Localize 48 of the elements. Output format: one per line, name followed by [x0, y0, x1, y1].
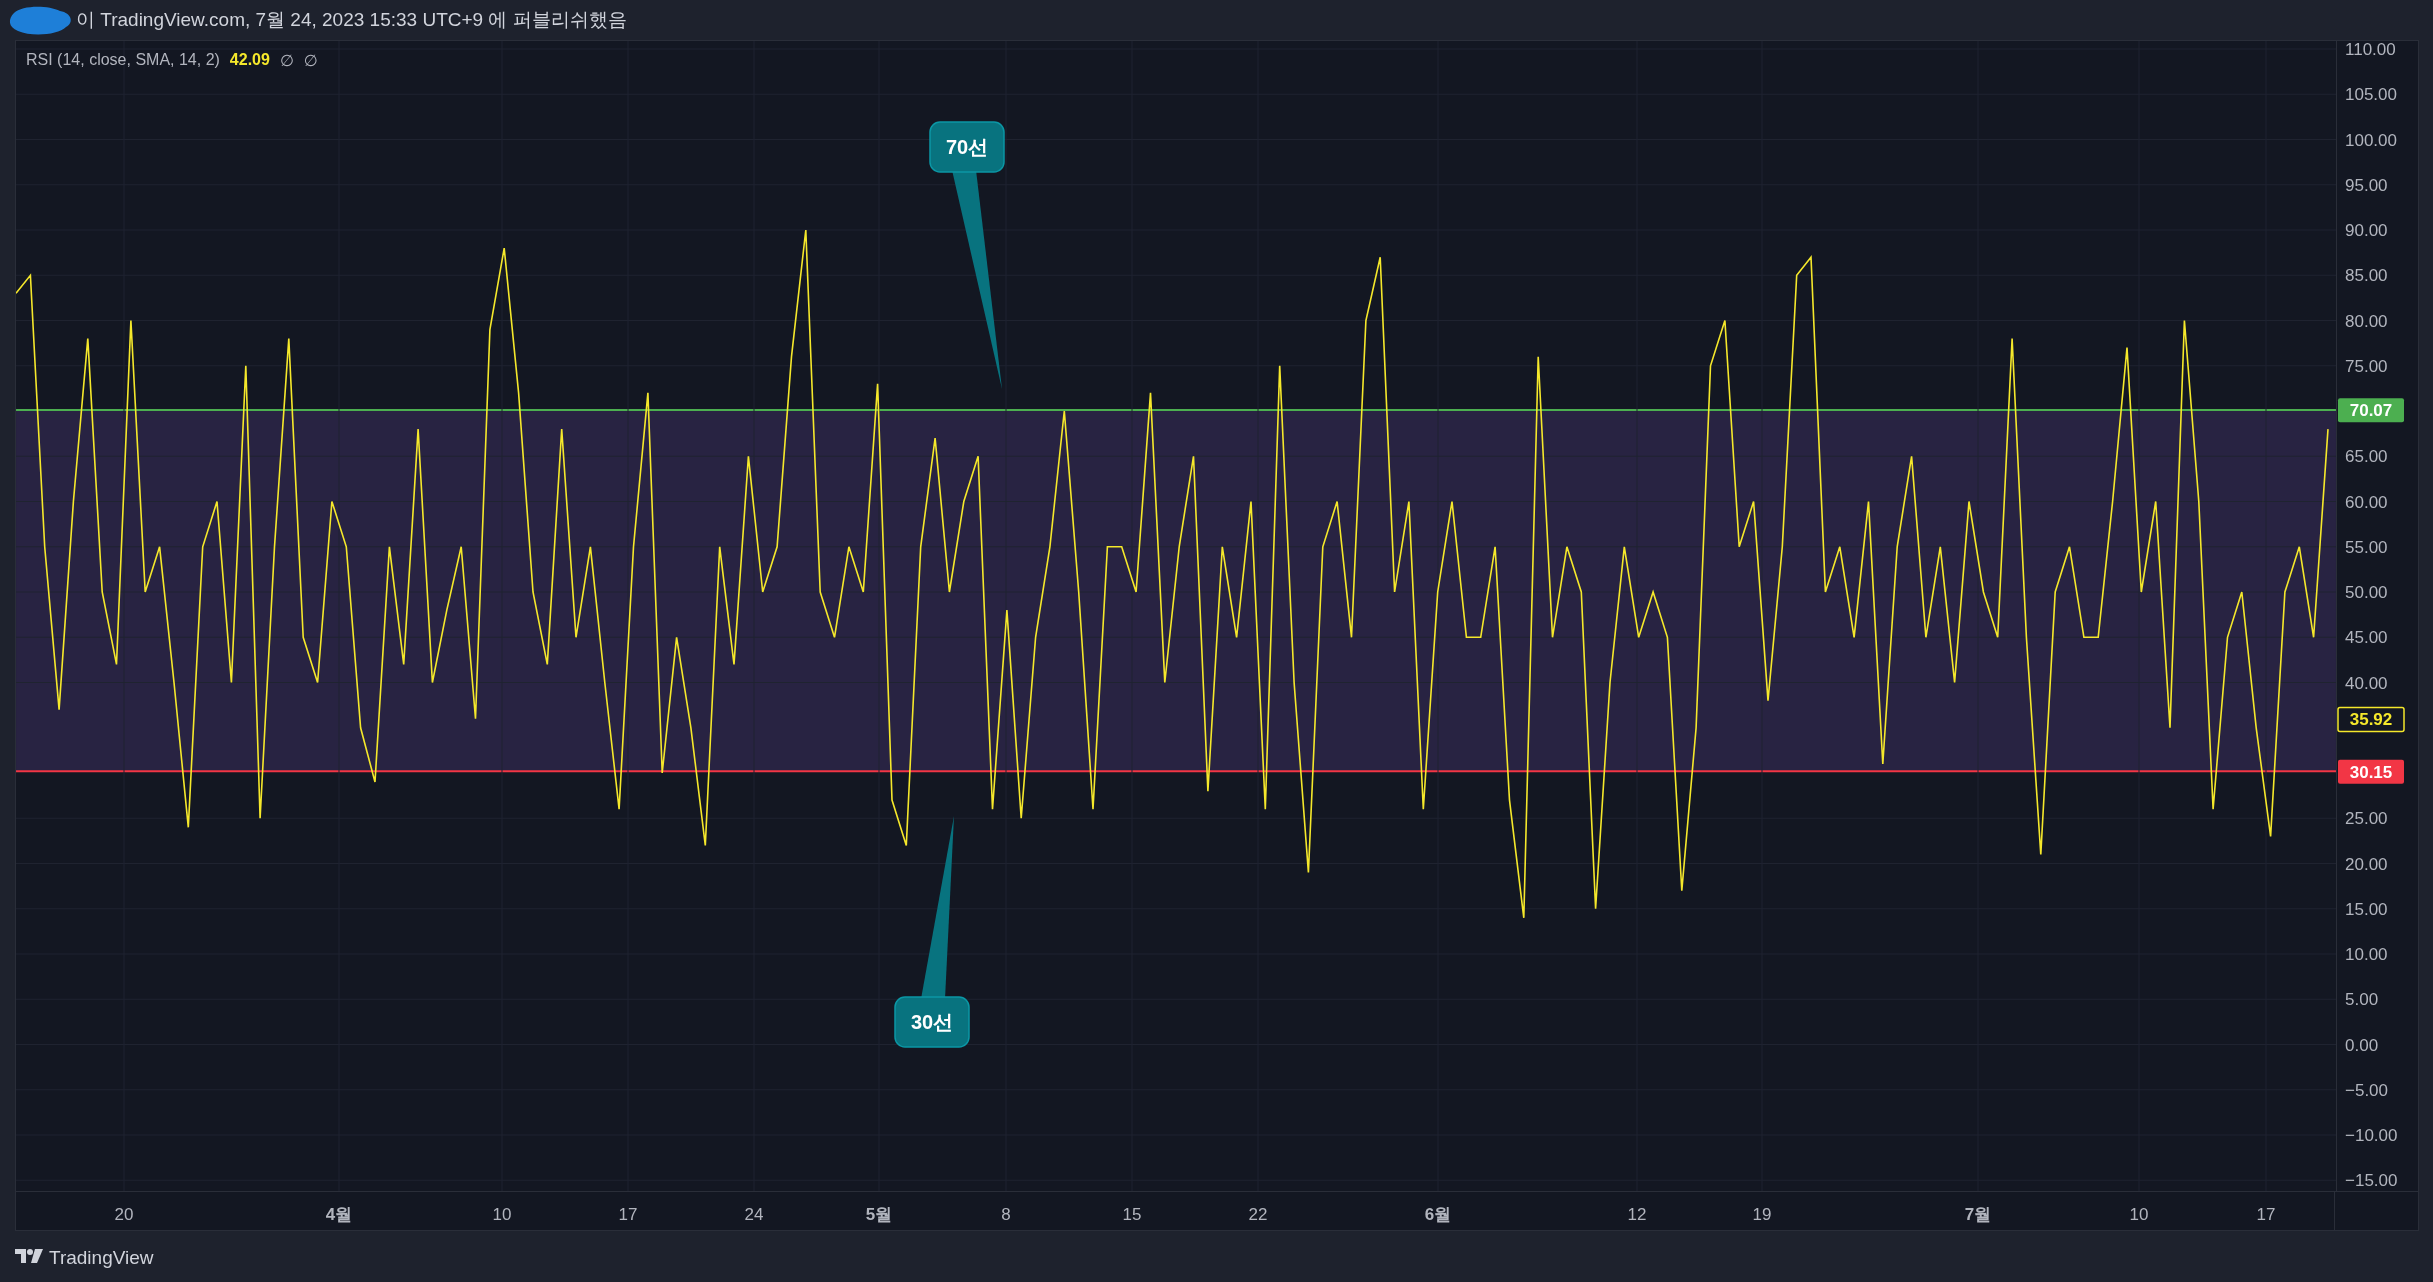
axis-label: 10: [2129, 1205, 2149, 1224]
axis-label: 85.00: [2345, 266, 2388, 286]
axis-label: 8: [1001, 1205, 1011, 1224]
axis-label: 17: [2256, 1205, 2276, 1224]
indicator-value: 42.09: [229, 51, 270, 70]
brand-name[interactable]: TradingView: [49, 1247, 154, 1269]
axis-label: 25.00: [2345, 809, 2388, 829]
axis-label: −5.00: [2345, 1080, 2388, 1100]
axis-label: 20.00: [2345, 854, 2388, 874]
axis-label: 60.00: [2345, 492, 2388, 512]
axis-label: 55.00: [2345, 537, 2388, 557]
axis-label: 65.00: [2345, 447, 2388, 467]
indicator-value: ∅: [303, 51, 318, 70]
axis-label: 5.00: [2345, 990, 2379, 1010]
axis-label: 95.00: [2345, 175, 2388, 195]
axis-label: 20: [114, 1205, 134, 1224]
axis-label: 105.00: [2345, 85, 2397, 105]
axis-label: 10.00: [2345, 945, 2388, 964]
axis-label: 6월: [1424, 1205, 1452, 1224]
axis-label: 40.00: [2345, 673, 2388, 693]
axis-label: 4월: [325, 1205, 353, 1224]
axis-label: −10.00: [2345, 1126, 2398, 1145]
axis-label: 19: [1752, 1205, 1772, 1224]
price-badge: 70.07: [2338, 398, 2404, 423]
indicator-value: ∅: [279, 51, 294, 70]
axis-label: 110.00: [2345, 41, 2396, 59]
axis-label: 90.00: [2345, 221, 2388, 240]
axis-label: 80.00: [2345, 311, 2388, 331]
axis-label: 0.00: [2345, 1035, 2379, 1055]
axis-label: 12: [1627, 1205, 1647, 1224]
axis-label: 75.00: [2345, 356, 2388, 376]
price-badge: 35.92: [2337, 706, 2405, 733]
axis-label: 7월: [1964, 1205, 1992, 1224]
axis-label: 15: [1122, 1205, 1142, 1224]
axis-label: 24: [744, 1205, 764, 1224]
axis-label: 50.00: [2345, 583, 2388, 602]
axis-label: 22: [1248, 1205, 1268, 1224]
axis-label: 45.00: [2345, 628, 2388, 648]
callout[interactable]: 30선: [894, 816, 970, 1048]
axis-label: 17: [618, 1205, 638, 1224]
axis-label: 5월: [865, 1205, 893, 1224]
axis-label: 10: [492, 1205, 512, 1224]
axis-label: 15.00: [2345, 899, 2388, 919]
indicator-title: RSI (14, close, SMA, 14, 2): [26, 51, 220, 70]
axis-label: −15.00: [2345, 1171, 2398, 1191]
price-badge: 30.15: [2338, 759, 2404, 784]
publisher-note: 이 TradingView.com, 7월 24, 2023 15:33 UTC+9 에 퍼블리쉬했음: [76, 8, 627, 32]
axis-label: 100.00: [2345, 130, 2397, 150]
